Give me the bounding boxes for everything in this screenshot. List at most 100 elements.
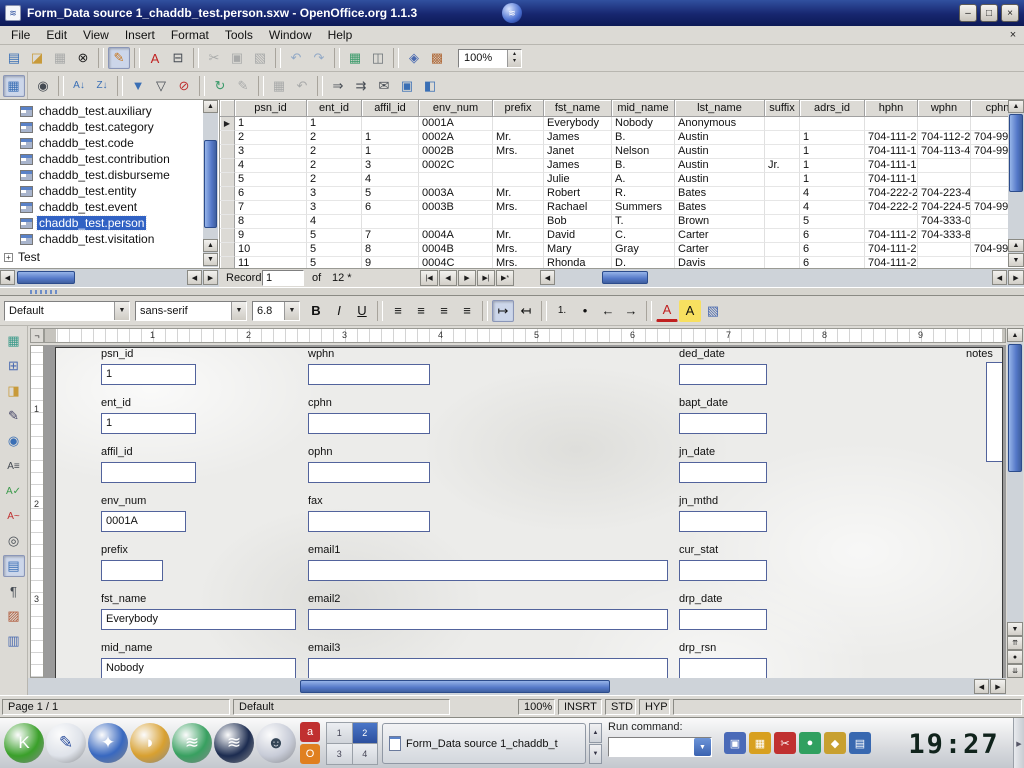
pager-desktop-1[interactable]: 1 xyxy=(327,723,352,743)
input-ent_id[interactable]: 1 xyxy=(101,413,196,434)
title-bar[interactable]: ≋ Form_Data source 1_chaddb_test.person.… xyxy=(0,0,1024,26)
insert-mode-indicator[interactable]: INSRT xyxy=(558,699,602,715)
new-record-button[interactable]: ▶* xyxy=(496,270,514,286)
align-center-button[interactable]: ≡ xyxy=(410,300,432,322)
input-drp_rsn[interactable] xyxy=(679,658,767,678)
find-replace-icon[interactable]: ◎ xyxy=(3,530,25,552)
record-number-input[interactable]: 1 xyxy=(262,270,304,286)
horizontal-ruler[interactable]: 123456789 xyxy=(44,328,1006,343)
column-header-adrs_id[interactable]: adrs_id xyxy=(800,100,865,117)
openoffice-quickstart-icon[interactable]: ≋ xyxy=(172,723,212,763)
scrollbar-thumb[interactable] xyxy=(17,271,75,284)
expand-icon[interactable]: + xyxy=(4,253,13,262)
pager-desktop-2[interactable]: 2 xyxy=(353,723,378,743)
messenger-faces-icon[interactable]: ☻ xyxy=(256,723,296,763)
selection-mode-indicator[interactable]: STD xyxy=(605,699,636,715)
document-vertical-scrollbar[interactable]: ▲ ▼ ⇈ ● ⇊ xyxy=(1007,328,1023,678)
column-header-wphn[interactable]: wphn xyxy=(918,100,971,117)
mail-merge-icon[interactable]: ✉ xyxy=(373,75,395,97)
insert-fields-icon[interactable]: ⊞ xyxy=(3,355,25,377)
dropdown-arrow-icon[interactable]: ▼ xyxy=(284,302,299,320)
standard-filter-icon[interactable]: ▽ xyxy=(150,75,172,97)
pager-desktop-3[interactable]: 3 xyxy=(327,744,352,764)
draw-functions-icon[interactable]: ✎ xyxy=(3,405,25,427)
left-to-right-button[interactable]: ↦ xyxy=(492,300,514,322)
grid-horizontal-scrollbar[interactable]: ◀ ◀ ▶ xyxy=(540,269,1024,287)
row-handle[interactable]: ▶ xyxy=(220,117,235,131)
autospellcheck-icon[interactable]: A~ xyxy=(3,505,25,527)
input-jn_mthd[interactable] xyxy=(679,511,767,532)
scroll-right-icon[interactable]: ▶ xyxy=(990,679,1006,694)
paragraph-style-combobox[interactable]: Default ▼ xyxy=(4,301,130,321)
quickstart-applet-icon[interactable]: O xyxy=(300,744,320,764)
input-cur_stat[interactable] xyxy=(679,560,767,581)
sort-descending-icon[interactable]: Z↓ xyxy=(91,75,113,97)
column-header-ent_id[interactable]: ent_id xyxy=(307,100,362,117)
scroll-left-icon[interactable]: ◀ xyxy=(187,270,202,285)
spellcheck-icon[interactable]: A✓ xyxy=(3,480,25,502)
menu-help[interactable]: Help xyxy=(320,27,361,43)
right-to-left-button[interactable]: ↤ xyxy=(515,300,537,322)
column-header-suffix[interactable]: suffix xyxy=(765,100,800,117)
scroll-down-icon[interactable]: ▼ xyxy=(203,253,218,266)
zoom-indicator[interactable]: 100% xyxy=(518,699,555,715)
shell-icon[interactable]: ◗ xyxy=(130,723,170,763)
menu-file[interactable]: File xyxy=(3,27,38,43)
online-layout-icon[interactable]: ▥ xyxy=(3,630,25,652)
minimize-button[interactable]: – xyxy=(959,4,977,22)
grid-body[interactable]: ▶110001AEverybodyNobodyAnonymous2210002A… xyxy=(220,117,1024,268)
menu-tools[interactable]: Tools xyxy=(217,27,261,43)
form-functions-icon[interactable]: ◉ xyxy=(3,430,25,452)
navigation-dot-icon[interactable]: ● xyxy=(1007,650,1023,664)
close-document-icon[interactable]: ⊗ xyxy=(72,47,94,69)
print-file-icon[interactable]: ⊟ xyxy=(167,47,189,69)
highlighting-button[interactable]: A xyxy=(679,300,701,322)
open-document-icon[interactable]: ◪ xyxy=(26,47,48,69)
input-email2[interactable] xyxy=(308,609,668,630)
input-fax[interactable] xyxy=(308,511,430,532)
autotext-icon[interactable]: A≡ xyxy=(3,455,25,477)
input-ophn[interactable] xyxy=(308,462,430,483)
table-view-button[interactable]: ▦ xyxy=(0,72,28,99)
row-handle[interactable] xyxy=(220,257,235,268)
scroll-left-icon[interactable]: ◀ xyxy=(540,270,555,285)
gallery-icon[interactable]: ▩ xyxy=(426,47,448,69)
graphics-on-off-icon[interactable]: ▨ xyxy=(3,605,25,627)
maximize-button[interactable]: □ xyxy=(980,4,998,22)
column-header-lst_name[interactable]: lst_name xyxy=(675,100,765,117)
numbering-button[interactable]: 1. xyxy=(551,300,573,322)
input-email3[interactable] xyxy=(308,658,668,678)
column-header-mid_name[interactable]: mid_name xyxy=(612,100,675,117)
background-color-button[interactable]: ▧ xyxy=(702,300,724,322)
tree-item-test[interactable]: + Test xyxy=(0,249,219,265)
scrollbar-thumb[interactable] xyxy=(1008,344,1022,472)
scroll-left-icon[interactable]: ◀ xyxy=(974,679,989,694)
navigator-icon[interactable]: ◈ xyxy=(403,47,425,69)
pager-desktop-4[interactable]: 4 xyxy=(353,744,378,764)
input-bapt_date[interactable] xyxy=(679,413,767,434)
row-handle[interactable] xyxy=(220,187,235,201)
input-email1[interactable] xyxy=(308,560,668,581)
input-prefix[interactable] xyxy=(101,560,163,581)
column-header-hphn[interactable]: hphn xyxy=(865,100,918,117)
row-handle[interactable] xyxy=(220,131,235,145)
konqueror-icon[interactable]: ✦ xyxy=(88,723,128,763)
tree-item-chaddb_test.category[interactable]: chaddb_test.category xyxy=(0,119,219,135)
scroll-right-icon[interactable]: ▶ xyxy=(1008,270,1024,285)
scroll-up-icon[interactable]: ▲ xyxy=(1007,328,1023,342)
scroll-up-icon[interactable]: ▲ xyxy=(1008,239,1024,252)
first-record-button[interactable]: |◀ xyxy=(420,270,438,286)
taskbar-window-button[interactable]: Form_Data source 1_chaddb_t xyxy=(382,723,586,764)
menu-view[interactable]: View xyxy=(75,27,117,43)
page-style-indicator[interactable]: Default xyxy=(233,699,450,715)
menu-edit[interactable]: Edit xyxy=(38,27,75,43)
taskbar-scroll-up-icon[interactable]: ▲ xyxy=(589,723,602,743)
scroll-up-icon[interactable]: ▲ xyxy=(203,239,218,252)
tree-item-chaddb_test.disburseme[interactable]: chaddb_test.disburseme xyxy=(0,167,219,183)
close-document-icon[interactable]: × xyxy=(1005,29,1021,41)
justify-button[interactable]: ≡ xyxy=(456,300,478,322)
menu-window[interactable]: Window xyxy=(261,27,320,43)
input-fst_name[interactable]: Everybody xyxy=(101,609,296,630)
underline-button[interactable]: U xyxy=(351,300,373,322)
scroll-left-icon[interactable]: ◀ xyxy=(992,270,1007,285)
